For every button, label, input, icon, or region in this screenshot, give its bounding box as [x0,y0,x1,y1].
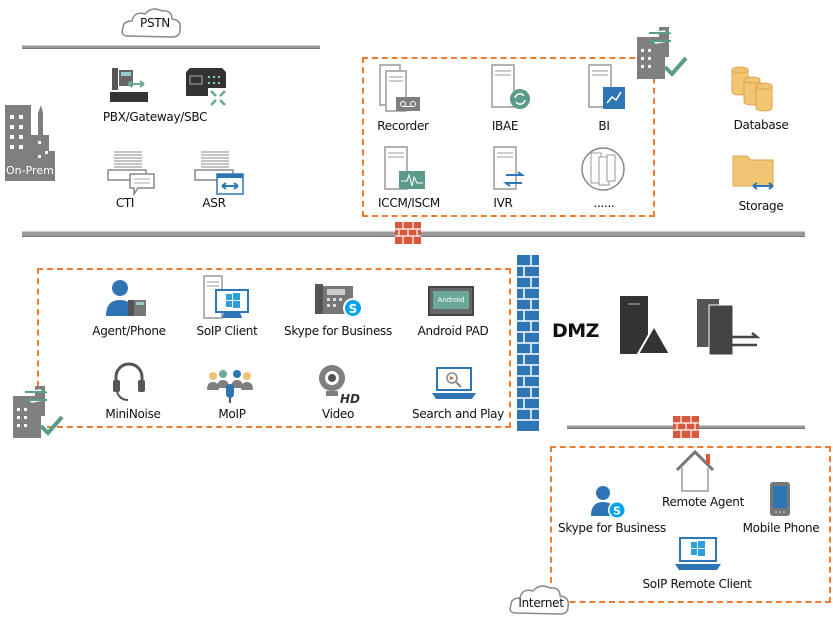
dmz-firewall-wall-icon [517,255,539,431]
internet-label: Internet [518,596,564,610]
agent-phone-icon [106,280,146,316]
more-servers-icon [581,147,625,191]
soip-remote-laptop-icon [675,537,721,570]
pstn-label: PSTN [140,16,170,30]
asr-label: ASR [202,196,226,210]
mobile-phone-icon [770,482,790,516]
recorder-server-icon [379,64,420,112]
ivr-label: IVR [493,196,513,210]
moip-label: MoIP [218,407,246,421]
svg-text:S: S [349,302,358,316]
video-label: Video [321,407,355,421]
iccm-server-icon [384,146,425,190]
mininoise-label: MiniNoise [105,407,161,421]
remote-skype-label: Skype for Business [558,521,666,535]
storage-label: Storage [738,199,784,213]
firewall-icon [673,416,699,438]
android-pad-label: Android PAD [417,324,489,338]
firewall-icon [395,222,421,244]
headset-icon [113,362,145,401]
dmz-label: DMZ [552,320,599,342]
iccm-label: ICCM/ISCM [378,196,440,210]
pbx-label: PBX/Gateway/SBC [102,110,208,124]
ibae-server-icon [491,64,530,109]
recorder-label: Recorder [377,119,429,133]
moip-conference-icon [207,370,253,403]
storage-folder-icon [732,155,774,190]
skype-user-icon: S [591,486,626,519]
pbx-phone-icon [110,68,148,102]
search-play-label: Search and Play [412,407,504,421]
cti-icon [107,151,155,197]
asr-icon [194,151,244,195]
cti-label: CTI [115,196,135,210]
on-prem-label: On-Prem. [6,164,58,177]
agent-phone-label: Agent/Phone [92,324,166,338]
search-play-laptop-icon [432,367,476,399]
bi-server-icon [588,64,625,109]
building-check-icon [637,27,688,79]
svg-text:HD: HD [340,392,360,406]
dmz-server-exchange-icon [697,299,761,356]
gateway-sbc-icon [186,68,228,108]
database-label: Database [733,118,789,132]
android-pad-icon: Android [428,286,474,316]
mobile-phone-label: Mobile Phone [742,521,820,535]
network-diagram: PSTN On-Prem. PBX/Gateway/SBC CTI ASR Re… [0,0,833,617]
dmz-server-warning-icon [620,296,672,355]
svg-text:S: S [613,505,621,518]
database-icon [731,66,773,112]
skype-label: Skype for Business [284,324,392,338]
android-screen-text: Android [433,291,469,309]
more-label: ...... [593,196,615,210]
bi-label: BI [598,119,610,133]
ibae-label: IBAE [491,119,519,133]
soip-remote-label: SoIP Remote Client [642,577,752,591]
ivr-server-icon [493,146,525,190]
soip-client-label: SoIP Client [196,324,258,338]
house-icon [675,449,715,492]
skype-phone-icon: S [315,284,363,318]
video-camera-icon: HD [319,365,360,406]
soip-client-icon [203,275,249,319]
pstn-line [22,45,320,49]
building-check-icon [13,386,64,438]
remote-agent-label: Remote Agent [661,495,745,509]
